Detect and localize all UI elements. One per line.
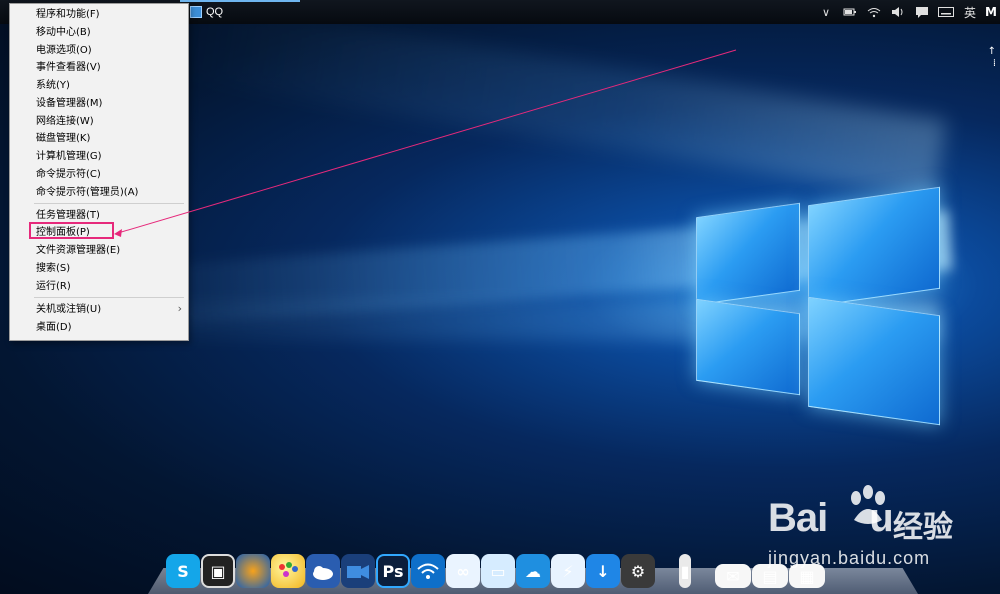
- menu-separator: [34, 203, 184, 204]
- menu-item-network-connections[interactable]: 网络连接(W): [36, 113, 94, 130]
- logo-pane: [696, 202, 800, 306]
- small-file-icon[interactable]: ▮: [679, 554, 691, 588]
- monitor-icon[interactable]: ▭: [481, 554, 515, 588]
- lightning-icon[interactable]: ⚡: [551, 554, 585, 588]
- baidu-netdisk-icon[interactable]: ∞: [446, 554, 480, 588]
- notification-icon[interactable]: [910, 0, 934, 24]
- menu-item-computer-management[interactable]: 计算机管理(G): [36, 148, 102, 165]
- wifi-icon[interactable]: [411, 554, 445, 588]
- edge-mark: ↑: [987, 46, 996, 57]
- menu-item-command-prompt[interactable]: 命令提示符(C): [36, 166, 101, 183]
- skype-icon[interactable]: S: [166, 554, 200, 588]
- system-tray: ∨ 英 M: [814, 0, 1000, 24]
- menu-item-run[interactable]: 运行(R): [36, 278, 71, 295]
- watermark-brand-cn: 经验: [893, 510, 953, 545]
- logo-pane: [808, 186, 940, 308]
- document-icon[interactable]: ✉: [715, 564, 751, 588]
- menu-item-disk-management[interactable]: 磁盘管理(K): [36, 130, 90, 147]
- menu-item-power-options[interactable]: 电源选项(O): [36, 42, 92, 59]
- control-panel-highlight-box: [29, 222, 114, 239]
- menu-item-system[interactable]: 系统(Y): [36, 77, 70, 94]
- download-icon[interactable]: ↓: [586, 554, 620, 588]
- film-icon[interactable]: ▣: [201, 554, 235, 588]
- video-icon[interactable]: [341, 554, 375, 588]
- taskbar-item-qq[interactable]: QQ: [190, 4, 223, 20]
- input-mode-indicator[interactable]: M: [982, 0, 1000, 24]
- active-window-indicator: [180, 0, 300, 2]
- volume-icon[interactable]: [886, 0, 910, 24]
- qq-label: QQ: [206, 6, 224, 18]
- input-language-indicator[interactable]: 英: [958, 0, 982, 24]
- edge-mark: ⁞: [992, 58, 996, 69]
- baidu-paw-icon: [851, 485, 885, 524]
- show-hidden-icons-chevron-icon[interactable]: ∨: [814, 0, 838, 24]
- cloud-icon[interactable]: ☁: [516, 554, 550, 588]
- menu-item-event-viewer[interactable]: 事件查看器(V): [36, 59, 101, 76]
- baidu-jingyan-watermark: Bai u 经验 jingyan.baidu.com: [768, 485, 988, 578]
- firefox-icon[interactable]: [236, 554, 270, 588]
- windows-logo-wallpaper: [692, 178, 942, 428]
- menu-item-file-explorer[interactable]: 文件资源管理器(E): [36, 242, 120, 259]
- settings-gear-icon[interactable]: ⚙: [621, 554, 655, 588]
- network-icon[interactable]: [862, 0, 886, 24]
- menu-item-command-prompt-admin[interactable]: 命令提示符(管理员)(A): [36, 184, 138, 201]
- menu-item-mobility-center[interactable]: 移动中心(B): [36, 24, 91, 41]
- menu-item-programs-and-features[interactable]: 程序和功能(F): [36, 6, 100, 23]
- keyboard-icon[interactable]: [934, 0, 958, 24]
- menu-item-shutdown-signout[interactable]: 关机或注销(U): [36, 301, 101, 318]
- logo-pane: [808, 296, 940, 426]
- menu-item-device-manager[interactable]: 设备管理器(M): [36, 95, 102, 112]
- menu-separator: [34, 297, 184, 298]
- battery-icon[interactable]: [838, 0, 862, 24]
- menu-item-desktop[interactable]: 桌面(D): [36, 319, 72, 336]
- menu-item-search[interactable]: 搜索(S): [36, 260, 70, 277]
- qq-icon: [190, 6, 202, 18]
- photoshop-icon[interactable]: Ps: [376, 554, 410, 588]
- app-dock: S ▣ Ps ∞ ▭ ☁ ⚡ ↓ ⚙ ▮ ✉ ▤ ▦: [166, 552, 825, 588]
- watermark-url: jingyan.baidu.com: [768, 548, 931, 568]
- light-beam: [163, 0, 947, 200]
- paint-palette-icon[interactable]: [271, 554, 305, 588]
- weather-icon[interactable]: [306, 554, 340, 588]
- submenu-chevron-right-icon: ›: [177, 302, 182, 315]
- winx-context-menu: 程序和功能(F) 移动中心(B) 电源选项(O) 事件查看器(V) 系统(Y) …: [9, 3, 189, 341]
- logo-pane: [696, 298, 800, 396]
